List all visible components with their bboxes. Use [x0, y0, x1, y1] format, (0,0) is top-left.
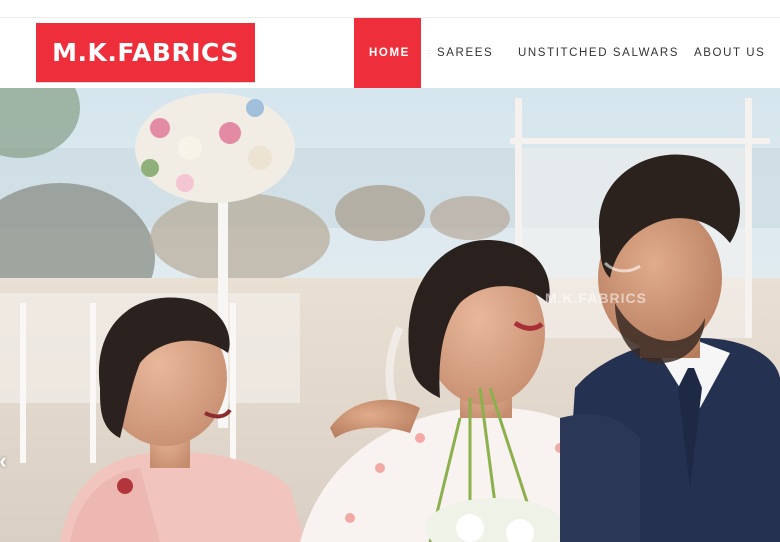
hero-slider[interactable]: M.K.FABRICS ‹ — [0, 88, 780, 542]
nav-about-us[interactable]: ABOUT US — [694, 18, 780, 88]
nav-home[interactable]: HOME — [354, 18, 421, 88]
nav-sarees[interactable]: SAREES — [437, 18, 518, 88]
nav-unstitched-salwars[interactable]: UNSTITCHED SALWARS — [518, 18, 694, 88]
hero-photo — [0, 88, 780, 542]
watermark-text: M.K.FABRICS — [545, 290, 647, 306]
chevron-left-icon[interactable]: ‹ — [0, 446, 10, 476]
top-strip — [0, 0, 780, 18]
nav-separator-dot: ⋮ — [425, 48, 433, 58]
main-nav: HOME ⋮ SAREES UNSTITCHED SALWARS ABOUT U… — [354, 18, 780, 88]
brand-logo[interactable]: M.K.FABRICS — [36, 23, 255, 82]
logo-text: M.K.FABRICS — [52, 38, 239, 67]
site-header: M.K.FABRICS HOME ⋮ SAREES UNSTITCHED SAL… — [0, 18, 780, 88]
